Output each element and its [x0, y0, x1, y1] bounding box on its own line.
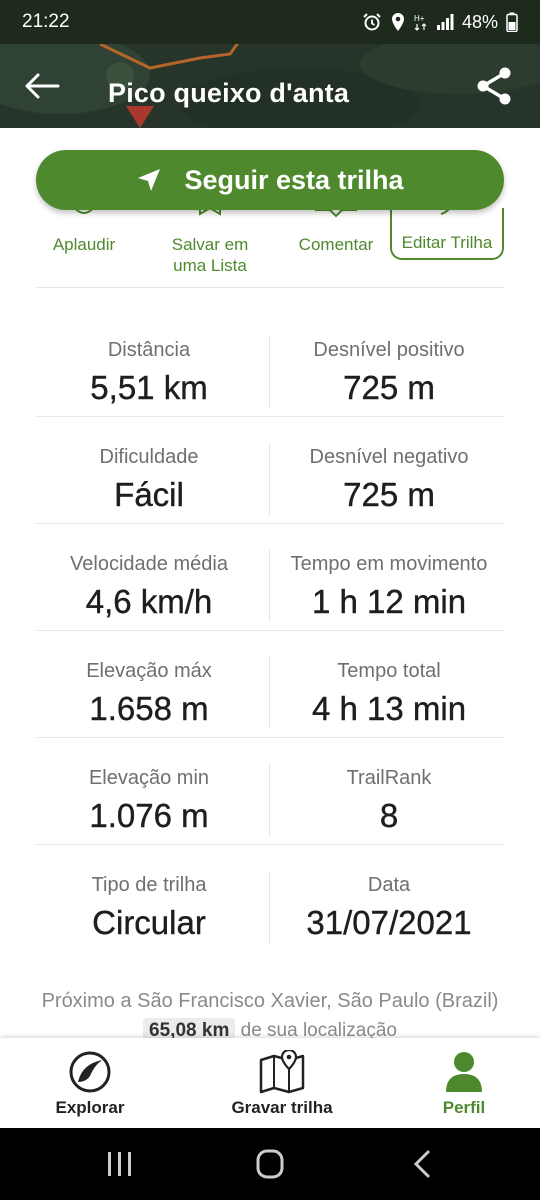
back-arrow-icon [25, 73, 60, 99]
home-icon [256, 1149, 284, 1179]
nav-profile[interactable]: Perfil [404, 1038, 524, 1128]
stat-average-speed: Velocidade média 4,6 km/h [36, 552, 262, 622]
bottom-navigation: Explorar Gravar trilha Perfil [0, 1038, 540, 1128]
stat-row: Elevação min 1.076 m TrailRank 8 [36, 738, 504, 845]
navigation-arrow-icon [138, 169, 161, 191]
nav-explore-label: Explorar [55, 1098, 125, 1117]
stat-label: Dificuldade [99, 446, 199, 468]
home-button[interactable] [240, 1146, 300, 1182]
save-label-line2: uma Lista [173, 256, 247, 275]
network-hplus-icon: H+ [414, 14, 427, 31]
stat-value: 1.076 m [89, 797, 209, 834]
stat-value: 4 h 13 min [311, 690, 467, 727]
stat-row: Dificuldade Fácil Desnível negativo 725 m [36, 417, 504, 524]
recents-button[interactable] [90, 1146, 150, 1182]
trail-header: Pico queixo d'anta [0, 44, 540, 128]
stat-label: Tipo de trilha [91, 874, 207, 896]
battery-percent: 48% [461, 11, 498, 32]
stat-value: Fácil [114, 476, 184, 513]
action-bar: Aplaudir Salvar em uma Lista Comentar Edi… [36, 200, 504, 288]
distance-suffix: de sua localização [240, 1020, 397, 1038]
save-to-list-button[interactable]: Salvar em uma Lista [156, 200, 264, 276]
stat-total-time: Tempo total 4 h 13 min [276, 659, 502, 729]
status-bar: 21:22 H+ 48% [0, 0, 540, 44]
distance-from-user: 65,08 km de sua localização [0, 1018, 540, 1038]
stat-value: 1.658 m [89, 690, 209, 727]
signal-icon [436, 14, 454, 30]
stat-date: Data 31/07/2021 [276, 873, 502, 943]
stat-value: 8 [379, 797, 399, 834]
stat-row: Tipo de trilha Circular Data 31/07/2021 [36, 845, 504, 952]
explore-icon [69, 1051, 111, 1093]
nav-explore[interactable]: Explorar [30, 1038, 150, 1128]
nav-record[interactable]: Gravar trilha [212, 1038, 352, 1128]
status-icons: H+ 48% [362, 12, 518, 33]
stats-grid: Distância 5,51 km Desnível positivo 725 m … [36, 310, 504, 952]
stat-distance: Distância 5,51 km [36, 338, 262, 408]
stat-value: 5,51 km [90, 369, 208, 406]
divider [269, 443, 270, 515]
follow-trail-button[interactable]: Seguir esta trilha [36, 150, 504, 210]
stat-label: Tempo em movimento [290, 553, 488, 575]
divider [269, 336, 270, 408]
stat-value: Circular [92, 904, 206, 941]
stat-value: 725 m [343, 369, 435, 406]
stat-row: Elevação máx 1.658 m Tempo total 4 h 13 mi… [36, 631, 504, 738]
stat-label: Elevação máx [86, 660, 212, 682]
stat-elevation-loss: Desnível negativo 725 m [276, 445, 502, 515]
nav-record-label: Gravar trilha [231, 1098, 333, 1117]
stat-label: Elevação min [88, 767, 210, 789]
stat-label: Desnível negativo [309, 446, 469, 468]
stat-value: 725 m [343, 476, 435, 513]
follow-trail-label: Seguir esta trilha [184, 164, 404, 195]
stat-label: Data [367, 874, 411, 896]
stat-label: TrailRank [346, 767, 432, 789]
divider [269, 657, 270, 729]
trail-details: Seguir esta trilha Aplaudir Salvar em uma… [0, 128, 540, 1038]
chevron-left-icon [413, 1150, 430, 1178]
comment-button[interactable]: Comentar [286, 202, 386, 255]
stat-elevation-gain: Desnível positivo 725 m [276, 338, 502, 408]
stat-moving-time: Tempo em movimento 1 h 12 min [276, 552, 502, 622]
stat-value: 31/07/2021 [306, 904, 472, 941]
divider [269, 871, 270, 943]
stat-trailrank: TrailRank 8 [276, 766, 502, 836]
nav-profile-label: Perfil [442, 1098, 486, 1117]
location-icon [391, 13, 404, 31]
battery-icon [506, 12, 518, 32]
stat-row: Distância 5,51 km Desnível positivo 725 m [36, 310, 504, 417]
stat-label: Desnível positivo [313, 339, 465, 361]
recents-icon [108, 1152, 131, 1176]
svg-text:H+: H+ [414, 14, 425, 23]
nearby-location-text: Próximo a São Francisco Xavier, São Paul… [41, 990, 499, 1012]
back-button[interactable] [22, 68, 62, 104]
share-icon [477, 67, 511, 105]
map-pin-icon [259, 1050, 305, 1094]
applaud-button[interactable]: Aplaudir [36, 201, 132, 255]
share-button[interactable] [474, 64, 514, 108]
stat-min-elevation: Elevação min 1.076 m [36, 766, 262, 836]
stat-label: Velocidade média [70, 553, 228, 575]
divider [269, 764, 270, 836]
stat-value: 4,6 km/h [85, 583, 213, 620]
profile-icon [446, 1052, 482, 1092]
stat-max-elevation: Elevação máx 1.658 m [36, 659, 262, 729]
system-navigation [0, 1128, 540, 1200]
edit-trail-button[interactable]: Editar Trilha [390, 201, 504, 260]
alarm-icon [363, 13, 381, 31]
stat-label: Distância [107, 339, 191, 361]
distance-chip: 65,08 km [143, 1018, 236, 1038]
page-title: Pico queixo d'anta [108, 78, 350, 108]
status-time: 21:22 [22, 11, 70, 32]
stat-trail-type: Tipo de trilha Circular [36, 873, 262, 943]
stat-value: 1 h 12 min [311, 583, 467, 620]
stat-label: Tempo total [337, 660, 441, 682]
divider [36, 287, 504, 288]
save-label-line1: Salvar em [171, 235, 249, 254]
divider [269, 550, 270, 622]
stat-row: Velocidade média 4,6 km/h Tempo em movime… [36, 524, 504, 631]
system-back-button[interactable] [392, 1146, 452, 1182]
stat-difficulty: Dificuldade Fácil [36, 445, 262, 515]
